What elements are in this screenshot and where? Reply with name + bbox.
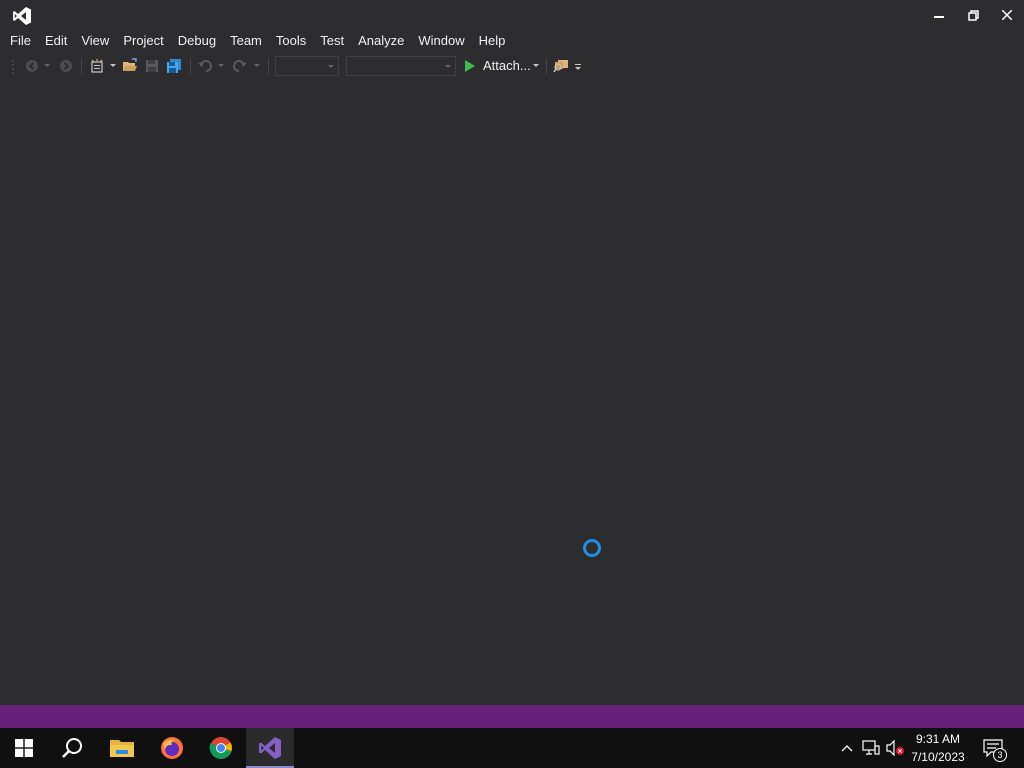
save-all-icon[interactable] <box>165 56 183 76</box>
attach-dropdown-icon[interactable] <box>530 56 542 76</box>
visual-studio-icon <box>259 737 281 759</box>
search-button[interactable] <box>48 728 96 768</box>
menu-edit[interactable]: Edit <box>38 30 74 52</box>
chevron-down-icon <box>445 65 451 68</box>
notification-count-badge: 3 <box>993 748 1007 762</box>
menu-analyze[interactable]: Analyze <box>351 30 411 52</box>
firefox-icon <box>161 737 183 759</box>
menu-bar: File Edit View Project Debug Team Tools … <box>0 30 512 52</box>
attach-button[interactable]: Attach... <box>483 57 531 75</box>
navigate-back-icon[interactable] <box>24 56 40 76</box>
new-project-dropdown-icon[interactable] <box>108 56 118 76</box>
toolbar-overflow-icon[interactable] <box>572 56 584 76</box>
menu-test[interactable]: Test <box>313 30 351 52</box>
chevron-down-icon <box>328 65 334 68</box>
network-icon <box>862 740 880 755</box>
save-icon[interactable] <box>143 56 161 76</box>
status-bar <box>0 705 1024 728</box>
clock-time: 9:31 AM <box>915 732 961 746</box>
solution-configurations-combo[interactable] <box>275 56 339 76</box>
restore-button[interactable] <box>956 0 990 30</box>
toolbar-separator <box>190 58 191 74</box>
clock[interactable]: 9:31 AM 7/10/2023 <box>904 730 972 766</box>
search-icon <box>62 738 82 758</box>
standard-toolbar: Attach... <box>0 54 1024 78</box>
menu-help[interactable]: Help <box>472 30 513 52</box>
volume-button[interactable] <box>884 728 906 768</box>
chrome-button[interactable] <box>197 728 245 768</box>
toolbar-separator <box>268 58 269 74</box>
close-button[interactable] <box>990 0 1024 30</box>
loading-spinner-icon <box>583 539 601 557</box>
toolbar-grip-icon[interactable] <box>10 56 16 76</box>
title-bar <box>0 0 1024 30</box>
firefox-button[interactable] <box>148 728 196 768</box>
network-button[interactable] <box>860 728 882 768</box>
menu-project[interactable]: Project <box>116 30 170 52</box>
toolbar-separator <box>81 58 82 74</box>
show-hidden-icons-button[interactable] <box>838 728 856 768</box>
open-file-icon[interactable] <box>121 56 139 76</box>
menu-window[interactable]: Window <box>411 30 471 52</box>
redo-dropdown-icon[interactable] <box>252 56 262 76</box>
find-in-files-icon[interactable] <box>552 56 570 76</box>
volume-muted-icon <box>886 740 904 756</box>
redo-icon[interactable] <box>231 56 249 76</box>
start-button[interactable] <box>0 728 48 768</box>
taskbar: 9:31 AM 7/10/2023 <box>0 728 1024 768</box>
menu-file[interactable]: File <box>3 30 38 52</box>
file-explorer-button[interactable] <box>98 728 146 768</box>
file-explorer-icon <box>110 740 134 757</box>
chevron-up-icon <box>841 745 853 752</box>
navigate-back-dropdown-icon[interactable] <box>42 56 52 76</box>
new-project-icon[interactable] <box>88 56 106 76</box>
minimize-button[interactable] <box>922 0 956 30</box>
visual-studio-button[interactable] <box>246 728 294 768</box>
start-icon <box>15 739 33 757</box>
solution-platforms-combo[interactable] <box>346 56 456 76</box>
menu-team[interactable]: Team <box>223 30 269 52</box>
menu-debug[interactable]: Debug <box>171 30 223 52</box>
menu-view[interactable]: View <box>74 30 116 52</box>
menu-tools[interactable]: Tools <box>269 30 313 52</box>
clock-date: 7/10/2023 <box>911 750 965 764</box>
undo-icon[interactable] <box>196 56 214 76</box>
undo-dropdown-icon[interactable] <box>216 56 226 76</box>
start-debugging-icon[interactable] <box>462 56 478 76</box>
navigate-forward-icon[interactable] <box>58 56 74 76</box>
visual-studio-logo-icon <box>12 6 32 26</box>
chrome-icon <box>209 737 232 759</box>
toolbar-separator <box>546 58 547 74</box>
